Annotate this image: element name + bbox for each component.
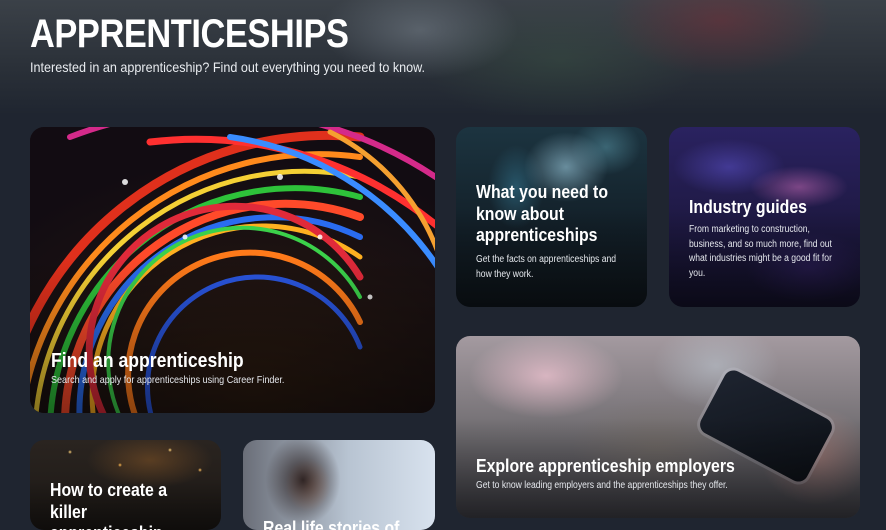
card-title: What you need to know about apprenticesh… — [476, 182, 608, 246]
card-title: Real life stories of — [263, 518, 400, 530]
card-title: Industry guides — [689, 197, 807, 217]
card-find-apprenticeship[interactable]: Find an apprenticeship Search and apply … — [30, 127, 435, 413]
card-title: Find an apprenticeship — [51, 350, 244, 372]
page-subtitle: Interested in an apprenticeship? Find ou… — [30, 59, 426, 75]
card-title: Explore apprenticeship employers — [476, 456, 735, 476]
hero-banner: APPRENTICESHIPS Interested in an apprent… — [0, 0, 886, 115]
card-description: Get the facts on apprenticeships and how… — [476, 254, 617, 280]
card-killer-application[interactable]: How to create a killer apprenticeship — [30, 440, 221, 530]
card-description: Search and apply for apprenticeships usi… — [51, 374, 285, 386]
card-real-life-stories[interactable]: Real life stories of — [243, 440, 435, 530]
card-what-you-need-to-know[interactable]: What you need to know about apprenticesh… — [456, 127, 647, 307]
card-description: Get to know leading employers and the ap… — [476, 480, 728, 491]
card-explore-employers[interactable]: Explore apprenticeship employers Get to … — [456, 336, 860, 518]
page-title: APPRENTICESHIPS — [30, 12, 349, 56]
card-industry-guides[interactable]: Industry guides From marketing to constr… — [669, 127, 860, 307]
card-description: From marketing to construction, business… — [689, 224, 832, 279]
